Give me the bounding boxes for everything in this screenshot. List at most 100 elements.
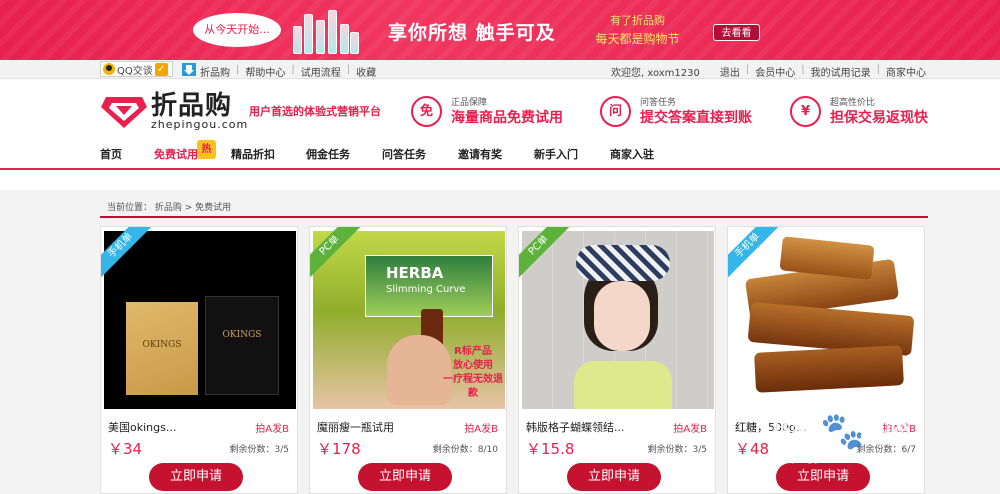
promo-line: R标产品: [454, 346, 492, 357]
qq-penguin-icon: [103, 63, 115, 75]
top-banner[interactable]: 从今天开始... 享你所想 触手可及 有了折品购 每天都是购物节 去看看: [0, 0, 1000, 60]
spacer-strip: [0, 172, 1000, 190]
nav-beginner[interactable]: 新手入门: [534, 146, 578, 162]
gold-sachet: OKINGS: [126, 302, 198, 395]
hot-badge: 热: [197, 140, 216, 159]
promo-text: R标产品 放心使用 一疗程无效退款: [441, 345, 505, 401]
plaid-bow: [576, 245, 670, 281]
face: [594, 281, 650, 351]
site-logo[interactable]: 折品购 zhepingou.com: [100, 93, 248, 131]
box-label: OKINGS: [222, 330, 262, 340]
qq-chat-button[interactable]: QQ交谈 ✓: [100, 61, 173, 77]
apply-button[interactable]: 立即申请: [149, 463, 243, 491]
nav-free-trial[interactable]: 免费试用: [154, 146, 198, 162]
top-links-left: 折品购 | 帮助中心 | 试用流程 | 收藏: [200, 64, 376, 79]
feature-subtitle: 正品保障: [451, 97, 488, 108]
product-tag: 拍A发B: [464, 424, 498, 435]
apply-button[interactable]: 立即申请: [567, 463, 661, 491]
separator: |: [291, 64, 295, 75]
product-price: ￥15.8: [526, 440, 575, 458]
mobile-order-tag: 手机单: [728, 227, 782, 281]
remaining-count: 剩余份数：6/7: [856, 445, 917, 455]
pc-order-tag: PC单: [310, 227, 364, 281]
nav-invite[interactable]: 邀请有奖: [458, 146, 502, 162]
separator: |: [346, 64, 351, 75]
mobile-order-tag: 手机单: [101, 227, 155, 281]
link-zhepingou[interactable]: 折品购: [200, 64, 230, 79]
product-price: ￥178: [317, 440, 361, 458]
nav-qa-task[interactable]: 问答任务: [382, 146, 426, 162]
link-member-center[interactable]: 会员中心: [755, 64, 795, 79]
apply-button[interactable]: 立即申请: [776, 463, 870, 491]
feature-cashback: ¥ 超高性价比 担保交易返现快: [790, 96, 928, 127]
box-brand: HERBA: [386, 264, 444, 282]
breadcrumb-divider: [100, 216, 928, 218]
product-card[interactable]: PC单 韩版格子蝴蝶领结... 拍A发B ￥15.8 剩余份数：3/5 立即申请: [518, 226, 716, 494]
feature-free-trial: 免 正品保障 海量商品免费试用: [411, 96, 563, 127]
top-link-bar: QQ交谈 ✓ 折品购 | 帮助中心 | 试用流程 | 收藏 欢迎您, xoxm1…: [0, 60, 1000, 79]
yellow-shirt: [574, 361, 672, 409]
banner-go-button[interactable]: 去看看: [713, 24, 760, 41]
apply-button[interactable]: 立即申请: [358, 463, 452, 491]
check-icon: ✓: [154, 62, 168, 76]
banner-subslogan-line2: 每天都是购物节: [595, 32, 680, 46]
feature-qa-task: 问 问答任务 提交答案直接到账: [600, 96, 752, 127]
nav-commission-task[interactable]: 佣金任务: [306, 146, 350, 162]
product-card[interactable]: HERBA Slimming Curve R标产品 放心使用 一疗程无效退款 P…: [309, 226, 507, 494]
welcome-text: 欢迎您, xoxm1230: [610, 68, 700, 79]
free-icon: 免: [411, 96, 442, 127]
nav-merchant-join[interactable]: 商家入驻: [610, 146, 654, 162]
sachet-label: OKINGS: [142, 340, 182, 350]
banner-bubble: 从今天开始...: [193, 13, 281, 47]
link-help-center[interactable]: 帮助中心: [245, 64, 285, 79]
main-nav: 首页 免费试用 热 精品折扣 佣金任务 问答任务 邀请有奖 新手入门 商家入驻: [0, 140, 1000, 170]
feature-text: 正品保障 海量商品免费试用: [451, 97, 563, 127]
product-tag: 拍A发B: [255, 424, 289, 435]
logo-text: 折品购 zhepingou.com: [151, 93, 248, 131]
box-subtitle: Slimming Curve: [386, 284, 466, 295]
product-card[interactable]: OKINGS OKINGS 手机单 美国okings... 拍A发B ￥34 剩…: [100, 226, 298, 494]
promo-line: 一疗程无效退款: [443, 374, 503, 399]
logo-domain: zhepingou.com: [151, 118, 249, 131]
pc-order-tag: PC单: [519, 227, 573, 281]
remaining-count: 剩余份数：3/5: [647, 445, 708, 455]
product-name[interactable]: 红糖，500g...: [735, 419, 806, 435]
corner-label: PC单: [519, 227, 573, 280]
product-card[interactable]: 手机单 红糖，500g... 拍A发B ￥48 剩余份数：6/7 立即申请: [727, 226, 925, 494]
link-my-trials[interactable]: 我的试用记录: [811, 64, 871, 79]
nav-home[interactable]: 首页: [100, 146, 122, 162]
product-tag: 拍A发B: [882, 424, 916, 435]
product-tag: 拍A发B: [673, 424, 707, 435]
link-favorite[interactable]: 收藏: [356, 64, 376, 79]
question-icon: 问: [600, 96, 631, 127]
yen-icon: ¥: [790, 96, 821, 127]
feature-title: 担保交易返现快: [830, 109, 928, 126]
product-name[interactable]: 美国okings...: [108, 419, 176, 435]
qq-chat-label: QQ交谈: [117, 65, 153, 77]
feature-text: 超高性价比 担保交易返现快: [830, 97, 928, 127]
promo-line: 放心使用: [453, 360, 493, 371]
product-price: ￥34: [108, 440, 143, 458]
remaining-count: 剩余份数：3/5: [229, 445, 290, 455]
site-tagline: 用户首选的体验式营销平台: [249, 105, 381, 118]
breadcrumb: 当前位置： 折品购 > 免费试用: [107, 203, 232, 213]
product-name[interactable]: 魔丽瘦一瓶试用: [317, 419, 394, 435]
separator: |: [745, 64, 750, 75]
banner-subslogan: 有了折品购 每天都是购物节: [590, 12, 685, 48]
feature-text: 问答任务 提交答案直接到账: [640, 97, 752, 127]
separator: |: [801, 64, 805, 75]
logout-link[interactable]: 退出: [720, 64, 740, 79]
remaining-count: 剩余份数：8/10: [432, 445, 498, 455]
top-links-right: 欢迎您, xoxm1230 退出 | 会员中心 | 我的试用记录 | 商家中心: [611, 64, 926, 79]
corner-label: 手机单: [101, 227, 155, 280]
link-trial-process[interactable]: 试用流程: [301, 64, 341, 79]
diamond-logo-icon: [101, 97, 147, 128]
separator: |: [876, 64, 880, 75]
feature-title: 提交答案直接到账: [640, 109, 752, 126]
link-merchant-center[interactable]: 商家中心: [886, 64, 926, 79]
nav-discount[interactable]: 精品折扣: [231, 146, 275, 162]
logo-chinese: 折品购: [151, 91, 233, 121]
slimming-box: HERBA Slimming Curve: [365, 255, 493, 317]
download-icon[interactable]: [182, 63, 196, 76]
product-name[interactable]: 韩版格子蝴蝶领结...: [526, 419, 625, 435]
